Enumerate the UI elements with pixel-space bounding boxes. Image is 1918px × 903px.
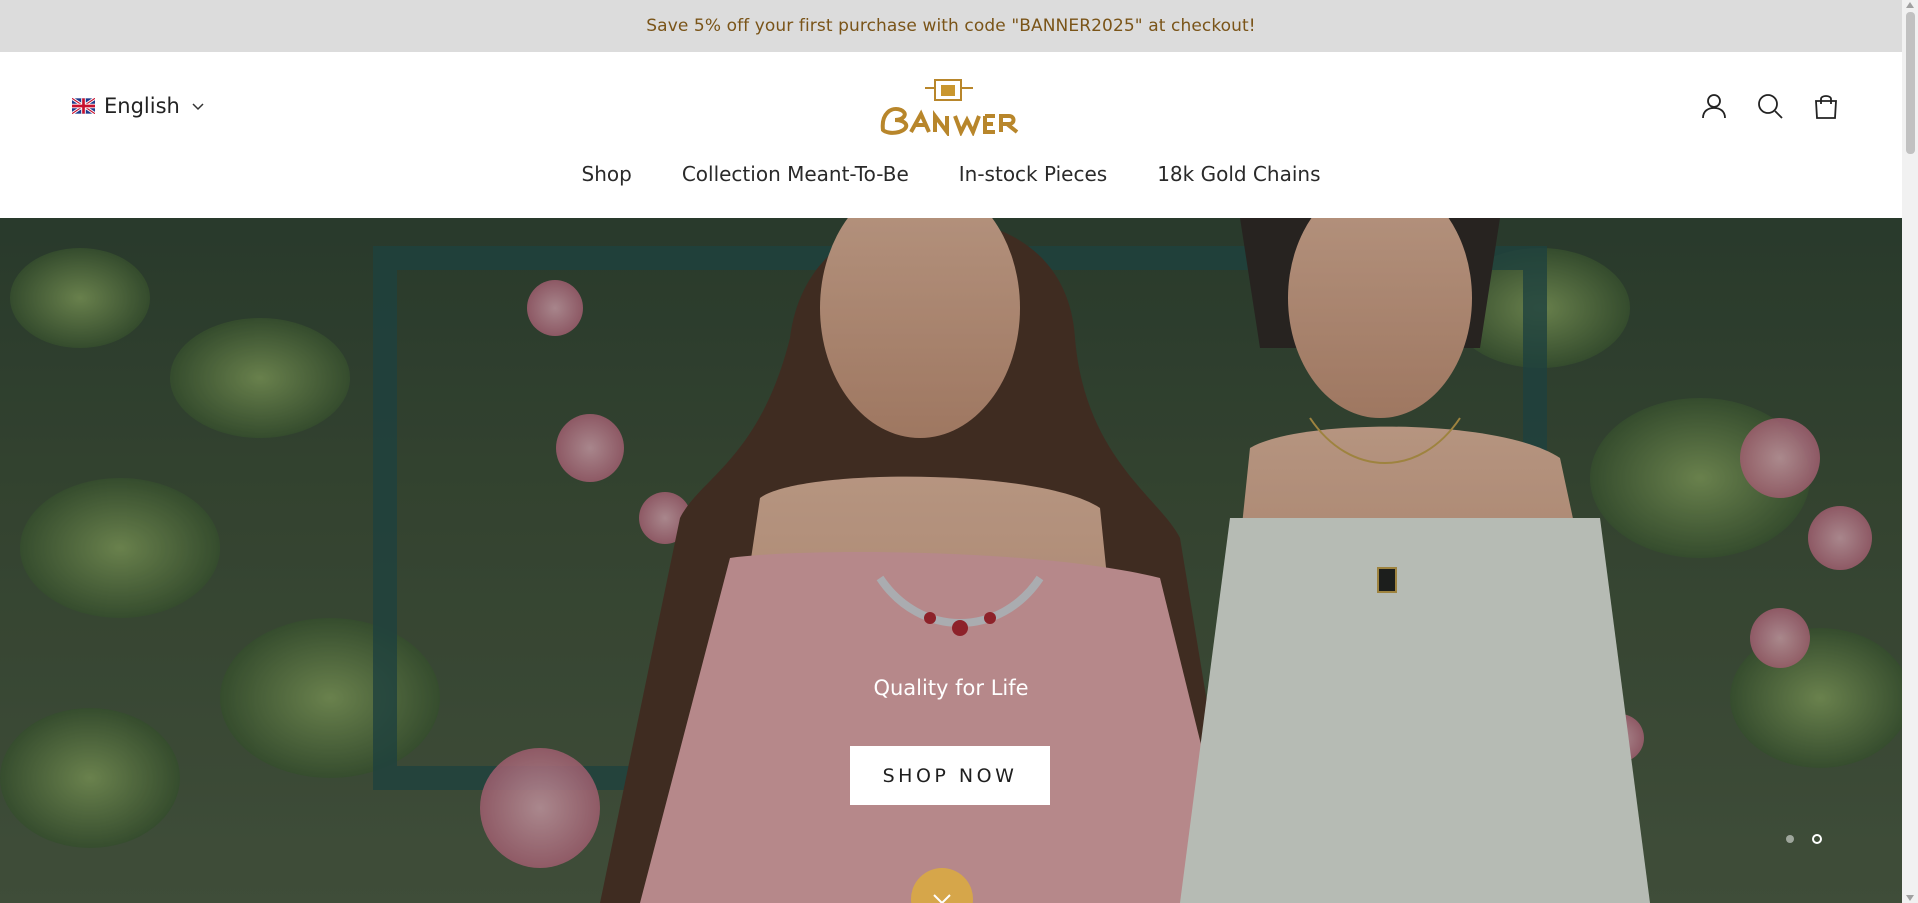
- scroll-down-arrow-icon[interactable]: [1906, 895, 1914, 901]
- nav-item-shop[interactable]: Shop: [582, 162, 632, 186]
- slide-dot-1[interactable]: [1786, 835, 1794, 843]
- nav-item-18k-gold-chains[interactable]: 18k Gold Chains: [1157, 162, 1320, 186]
- shop-now-label: SHOP NOW: [882, 764, 1018, 787]
- account-icon[interactable]: [1700, 92, 1728, 120]
- main-navigation: Shop Collection Meant-To-Be In-stock Pie…: [0, 162, 1902, 186]
- chevron-down-icon: [933, 894, 951, 903]
- logo-mark: [880, 79, 1019, 138]
- search-icon[interactable]: [1756, 92, 1784, 120]
- hero-tagline: Quality for Life: [873, 676, 1029, 700]
- nav-item-in-stock-pieces[interactable]: In-stock Pieces: [959, 162, 1107, 186]
- shop-now-button[interactable]: SHOP NOW: [850, 746, 1050, 805]
- scroll-up-arrow-icon[interactable]: [1906, 2, 1914, 8]
- header-actions: [1700, 92, 1840, 120]
- uk-flag-icon: [72, 98, 95, 114]
- nav-item-collection-meant-to-be[interactable]: Collection Meant-To-Be: [682, 162, 909, 186]
- site-header: English Shop Collection Meant-To-Be In-s…: [0, 52, 1902, 218]
- cart-icon[interactable]: [1812, 92, 1840, 120]
- brand-logo[interactable]: [877, 76, 1023, 138]
- language-selector[interactable]: English: [72, 94, 205, 118]
- slide-dot-2[interactable]: [1812, 834, 1822, 844]
- chevron-down-icon: [192, 103, 204, 111]
- language-label: English: [104, 94, 180, 118]
- announcement-bar: Save 5% off your first purchase with cod…: [0, 0, 1902, 52]
- slide-indicators: [1786, 834, 1822, 844]
- hero-banner: Quality for Life SHOP NOW: [0, 218, 1902, 903]
- page-scrollbar[interactable]: [1902, 0, 1918, 903]
- announcement-text: Save 5% off your first purchase with cod…: [646, 16, 1256, 36]
- scrollbar-thumb[interactable]: [1906, 12, 1915, 154]
